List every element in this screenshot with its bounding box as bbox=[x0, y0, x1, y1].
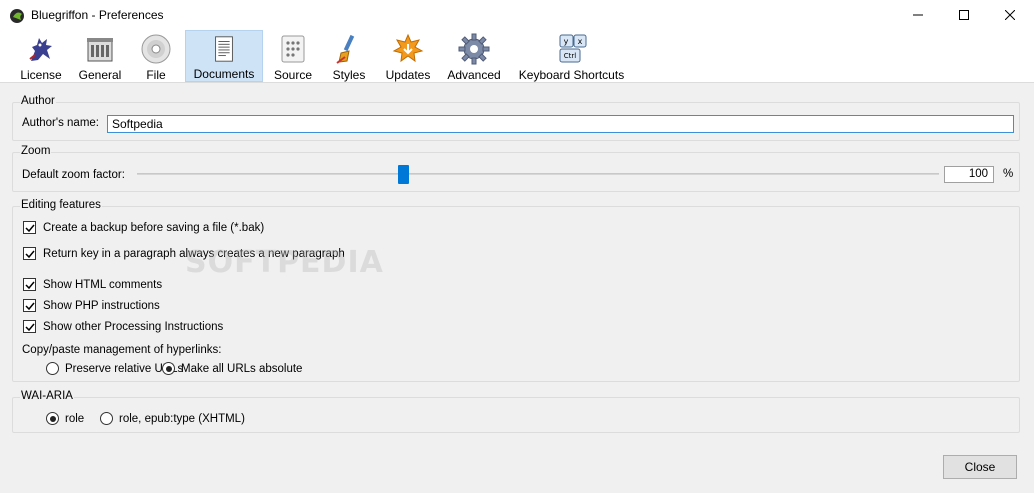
absolute-urls-radio[interactable] bbox=[162, 362, 175, 375]
role-epub-label: role, epub:type (XHTML) bbox=[119, 412, 245, 425]
updates-icon bbox=[392, 33, 424, 63]
keyboard-icon: y x Ctrl bbox=[559, 34, 586, 63]
processing-instructions-checkbox-row[interactable]: Show other Processing Instructions bbox=[23, 320, 223, 333]
key-ctrl-glyph: Ctrl bbox=[563, 52, 576, 60]
preferences-toolbar: License General File Documents Source St… bbox=[0, 30, 1034, 83]
zoom-group-title: Zoom bbox=[20, 145, 52, 157]
html-comments-checkbox[interactable] bbox=[23, 278, 36, 291]
tab-file[interactable]: File bbox=[132, 30, 180, 82]
tab-keyboard-shortcuts-label: Keyboard Shortcuts bbox=[518, 68, 625, 82]
window-title: Bluegriffon - Preferences bbox=[31, 8, 164, 22]
author-name-label: Author's name: bbox=[22, 117, 99, 129]
role-option[interactable]: role bbox=[46, 412, 84, 425]
tab-advanced-label: Advanced bbox=[447, 68, 501, 82]
disc-icon bbox=[141, 34, 171, 64]
backup-checkbox-label: Create a backup before saving a file (*.… bbox=[43, 221, 265, 234]
author-name-input[interactable] bbox=[107, 115, 1014, 133]
hyperlinks-label: Copy/paste management of hyperlinks: bbox=[22, 344, 222, 356]
tab-file-label: File bbox=[146, 68, 166, 82]
author-group: Author Author's name: bbox=[12, 95, 1020, 141]
tab-updates[interactable]: Updates bbox=[381, 30, 435, 82]
processing-instructions-checkbox[interactable] bbox=[23, 320, 36, 333]
close-button[interactable]: Close bbox=[943, 455, 1017, 479]
paint-brush-icon bbox=[336, 34, 355, 64]
backup-checkbox[interactable] bbox=[23, 221, 36, 234]
tab-styles-label: Styles bbox=[332, 68, 366, 82]
role-label: role bbox=[65, 412, 85, 425]
editing-features-group: Editing features Create a backup before … bbox=[12, 199, 1020, 382]
tab-general-label: General bbox=[78, 68, 122, 82]
role-epub-option[interactable]: role, epub:type (XHTML) bbox=[100, 412, 245, 425]
zoom-slider-track[interactable] bbox=[137, 173, 939, 175]
absolute-urls-label: Make all URLs absolute bbox=[181, 362, 303, 375]
author-group-title: Author bbox=[20, 95, 56, 107]
title-bar: Bluegriffon - Preferences bbox=[0, 0, 1034, 30]
key-x-glyph: x bbox=[577, 37, 582, 46]
tab-advanced[interactable]: Advanced bbox=[444, 30, 504, 82]
tab-documents-label: Documents bbox=[193, 67, 255, 81]
php-instructions-checkbox[interactable] bbox=[23, 299, 36, 312]
document-icon bbox=[215, 36, 233, 62]
griffin-icon bbox=[29, 38, 52, 61]
tab-keyboard-shortcuts[interactable]: y x Ctrl Keyboard Shortcuts bbox=[514, 30, 629, 82]
html-comments-checkbox-label: Show HTML comments bbox=[43, 278, 163, 291]
softpedia-watermark: SOFTPEDIA bbox=[185, 245, 384, 280]
tab-license[interactable]: License bbox=[14, 30, 68, 82]
preserve-relative-urls-radio[interactable] bbox=[46, 362, 59, 375]
tab-license-label: License bbox=[20, 68, 62, 82]
building-icon bbox=[87, 38, 113, 62]
processing-instructions-checkbox-label: Show other Processing Instructions bbox=[43, 320, 224, 333]
php-instructions-checkbox-label: Show PHP instructions bbox=[43, 299, 160, 312]
tab-source[interactable]: Source bbox=[268, 30, 318, 82]
return-key-checkbox[interactable] bbox=[23, 247, 36, 260]
editing-features-title: Editing features bbox=[20, 199, 102, 211]
php-instructions-checkbox-row[interactable]: Show PHP instructions bbox=[23, 299, 160, 312]
backup-checkbox-row[interactable]: Create a backup before saving a file (*.… bbox=[23, 221, 264, 234]
dots-page-icon bbox=[281, 35, 305, 63]
bluegriffon-app-icon bbox=[9, 8, 25, 24]
minimize-button[interactable] bbox=[895, 0, 941, 30]
html-comments-checkbox-row[interactable]: Show HTML comments bbox=[23, 278, 162, 291]
role-radio[interactable] bbox=[46, 412, 59, 425]
zoom-factor-label: Default zoom factor: bbox=[22, 169, 125, 181]
tab-documents[interactable]: Documents bbox=[185, 30, 263, 82]
tab-general[interactable]: General bbox=[74, 30, 126, 82]
wai-aria-group: WAI-ARIA role role, epub:type (XHTML) bbox=[12, 390, 1020, 433]
wai-aria-title: WAI-ARIA bbox=[20, 390, 74, 402]
tab-source-label: Source bbox=[273, 68, 313, 82]
zoom-value-input[interactable]: 100 bbox=[944, 166, 994, 183]
tab-updates-label: Updates bbox=[385, 68, 431, 82]
maximize-button[interactable] bbox=[941, 0, 987, 30]
gear-icon bbox=[458, 33, 490, 65]
zoom-group: Zoom Default zoom factor: 100 % bbox=[12, 145, 1020, 192]
close-window-button[interactable] bbox=[987, 0, 1033, 30]
zoom-unit-label: % bbox=[1003, 168, 1014, 180]
zoom-slider-thumb[interactable] bbox=[398, 165, 409, 184]
role-epub-radio[interactable] bbox=[100, 412, 113, 425]
absolute-urls-option[interactable]: Make all URLs absolute bbox=[162, 362, 302, 375]
tab-styles[interactable]: Styles bbox=[326, 30, 372, 82]
key-y-glyph: y bbox=[563, 37, 568, 46]
